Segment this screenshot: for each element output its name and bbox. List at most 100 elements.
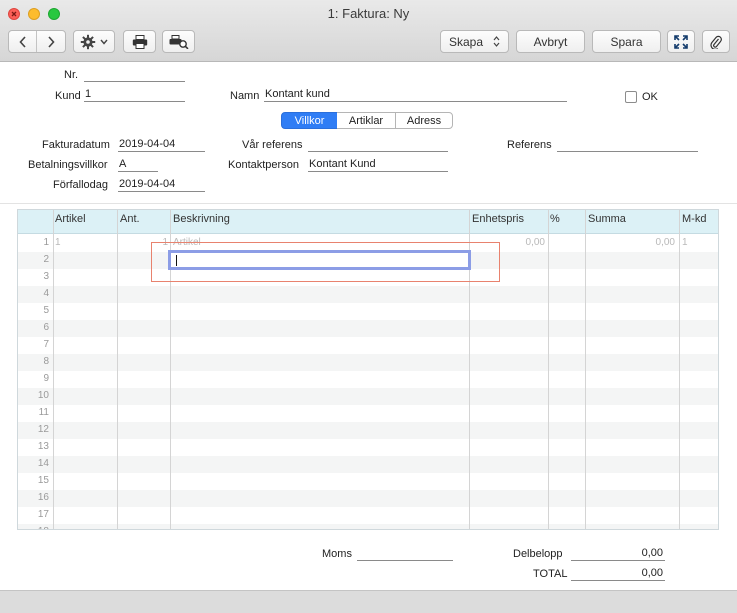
referens-field[interactable] xyxy=(557,138,698,152)
table-row[interactable]: 10 xyxy=(18,388,718,405)
namn-label: Namn xyxy=(230,90,260,102)
forfallodag-label: Förfallodag xyxy=(53,179,109,191)
col-divider xyxy=(585,210,586,529)
cell-artikel[interactable]: 1 xyxy=(55,237,61,248)
row-number: 14 xyxy=(37,458,49,469)
delbelopp-field: 0,00 xyxy=(571,547,665,561)
save-button[interactable]: Spara xyxy=(592,30,661,53)
col-divider xyxy=(117,210,118,529)
table-row[interactable]: 5 xyxy=(18,303,718,320)
table-row[interactable]: 9 xyxy=(18,371,718,388)
window-title: 1: Faktura: Ny xyxy=(327,6,410,21)
kund-field[interactable]: 1 xyxy=(84,88,185,102)
beskrivning-edit-field[interactable] xyxy=(168,250,471,270)
chevron-right-icon xyxy=(48,35,55,48)
col-percent-header[interactable]: % xyxy=(550,213,560,225)
total-field: 0,00 xyxy=(571,567,665,581)
betalningsvillkor-label: Betalningsvillkor xyxy=(28,159,108,171)
row-number: 17 xyxy=(37,509,49,520)
forfallodag-field[interactable]: 2019-04-04 xyxy=(118,178,205,192)
dropdown-arrows-icon xyxy=(493,36,500,47)
text-caret xyxy=(176,255,177,266)
table-row[interactable]: 13 xyxy=(18,439,718,456)
namn-field[interactable]: Kontant kund xyxy=(264,88,567,102)
table-row[interactable]: 18 xyxy=(18,524,718,529)
table-row[interactable]: 4 xyxy=(18,286,718,303)
col-enhetspris-header[interactable]: Enhetspris xyxy=(472,213,524,225)
betalningsvillkor-field[interactable]: A xyxy=(118,158,158,172)
row-number: 16 xyxy=(37,492,49,503)
table-row[interactable]: 16 xyxy=(18,490,718,507)
row-number: 15 xyxy=(37,475,49,486)
row-number: 7 xyxy=(43,339,49,350)
back-button[interactable] xyxy=(9,31,38,52)
col-divider xyxy=(679,210,680,529)
window-chrome: 1: Faktura: Ny Skapa Avbryt Spara xyxy=(0,0,737,62)
actions-menu-button[interactable] xyxy=(73,30,115,53)
kontaktperson-field[interactable]: Kontant Kund xyxy=(308,158,448,172)
print-preview-button[interactable] xyxy=(162,30,195,53)
row-number: 13 xyxy=(37,441,49,452)
cancel-button[interactable]: Avbryt xyxy=(516,30,585,53)
row-number: 5 xyxy=(43,305,49,316)
kontaktperson-label: Kontaktperson xyxy=(228,159,299,171)
row-number: 18 xyxy=(18,526,49,529)
nr-field[interactable] xyxy=(84,68,185,82)
col-beskrivning-header[interactable]: Beskrivning xyxy=(173,213,230,225)
delbelopp-label: Delbelopp xyxy=(513,548,563,560)
col-divider xyxy=(53,210,54,529)
gear-icon xyxy=(80,34,96,49)
ok-label: OK xyxy=(642,91,658,103)
row-number: 10 xyxy=(37,390,49,401)
row-number: 4 xyxy=(43,288,49,299)
cell-mkd[interactable]: 1 xyxy=(682,237,688,248)
col-summa-header[interactable]: Summa xyxy=(588,213,626,225)
tab-artiklar[interactable]: Artiklar xyxy=(337,112,396,129)
table-row[interactable]: 7 xyxy=(18,337,718,354)
row-number: 1 xyxy=(43,237,49,248)
print-preview-icon xyxy=(169,34,189,49)
row-number: 9 xyxy=(43,373,49,384)
kund-label: Kund xyxy=(55,90,81,102)
create-label: Skapa xyxy=(449,34,484,49)
var-referens-field[interactable] xyxy=(308,138,448,152)
table-row[interactable]: 8 xyxy=(18,354,718,371)
expand-icon xyxy=(674,34,688,49)
total-label: TOTAL xyxy=(533,568,568,580)
table-row[interactable]: 17 xyxy=(18,507,718,524)
row-number: 2 xyxy=(43,254,49,265)
status-bar xyxy=(0,590,737,613)
chevron-down-icon xyxy=(100,39,108,45)
table-row[interactable]: 14 xyxy=(18,456,718,473)
printer-icon xyxy=(132,34,147,49)
moms-label: Moms xyxy=(322,548,352,560)
row-number: 3 xyxy=(43,271,49,282)
fakturadatum-label: Fakturadatum xyxy=(42,139,110,151)
chevron-left-icon xyxy=(18,35,26,48)
attach-button[interactable] xyxy=(702,30,730,53)
paperclip-icon xyxy=(710,35,722,49)
fullscreen-button[interactable] xyxy=(667,30,695,53)
table-row[interactable]: 11 xyxy=(18,405,718,422)
grid-header: Artikel Ant. Beskrivning Enhetspris % Su… xyxy=(18,210,718,234)
row-number: 12 xyxy=(37,424,49,435)
table-row[interactable]: 12 xyxy=(18,422,718,439)
ok-checkbox[interactable] xyxy=(625,91,637,103)
tab-adress[interactable]: Adress xyxy=(395,112,453,129)
table-row[interactable]: 6 xyxy=(18,320,718,337)
col-ant-header[interactable]: Ant. xyxy=(120,213,140,225)
moms-field[interactable] xyxy=(357,547,453,561)
col-divider xyxy=(548,210,549,529)
col-mkd-header[interactable]: M-kd xyxy=(682,213,706,225)
cell-summa[interactable]: 0,00 xyxy=(585,237,675,248)
create-menu-button[interactable]: Skapa xyxy=(440,30,509,53)
print-button[interactable] xyxy=(123,30,156,53)
table-row[interactable]: 15 xyxy=(18,473,718,490)
col-artikel-header[interactable]: Artikel xyxy=(55,213,86,225)
var-referens-label: Vår referens xyxy=(242,139,303,151)
tab-villkor[interactable]: Villkor xyxy=(281,112,338,129)
forward-button[interactable] xyxy=(37,31,65,52)
fakturadatum-field[interactable]: 2019-04-04 xyxy=(118,138,205,152)
nav-group xyxy=(8,30,66,53)
section-divider xyxy=(0,203,737,204)
